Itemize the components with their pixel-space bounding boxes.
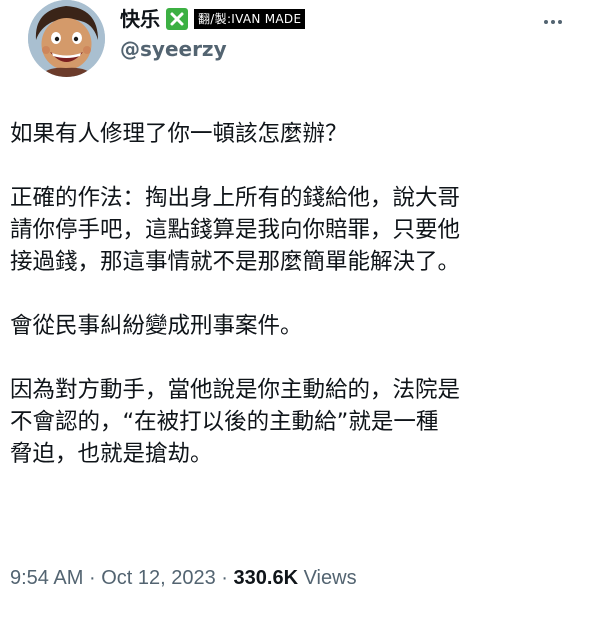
tweet-time[interactable]: 9:54 AM (10, 567, 83, 589)
author-handle[interactable]: @syeerzy (120, 36, 227, 62)
meta-separator: · (221, 567, 228, 589)
tweet-paragraph: 如果有人修理了你一頓該怎麼辦？ (10, 121, 348, 147)
tweet-paragraph: 因為對方動手，當他說是你主動給的，法院是 不會認的，“在被打以後的主動給”就是一… (10, 377, 461, 467)
views-count[interactable]: 330.6K (234, 567, 299, 589)
meta-separator: · (88, 567, 96, 589)
views-label: Views (303, 567, 357, 589)
avatar-image (28, 0, 105, 77)
tweet-header: 快乐 翻/製:IVAN MADE @syeerzy (0, 0, 595, 90)
tweet-paragraph: 正確的作法：掏出身上所有的錢給他，說大哥 請你停手吧，這點錢算是我向你賠罪，只要… (10, 185, 461, 275)
green-x-icon (166, 8, 188, 30)
author-name-row: 快乐 翻/製:IVAN MADE (120, 6, 306, 32)
translator-tag: 翻/製:IVAN MADE (194, 9, 306, 29)
tweet-meta: 9:54 AM · Oct 12, 2023 · 330.6K Views (10, 564, 357, 592)
avatar[interactable] (28, 0, 105, 77)
tweet-paragraph: 會從民事糾紛變成刑事案件。 (10, 313, 303, 339)
tweet-date[interactable]: Oct 12, 2023 (101, 567, 216, 589)
tweet-text: 如果有人修理了你一頓該怎麼辦？ 正確的作法：掏出身上所有的錢給他，說大哥 請你停… (10, 118, 575, 502)
more-options-icon[interactable] (543, 10, 563, 24)
display-name[interactable]: 快乐 (120, 7, 160, 31)
